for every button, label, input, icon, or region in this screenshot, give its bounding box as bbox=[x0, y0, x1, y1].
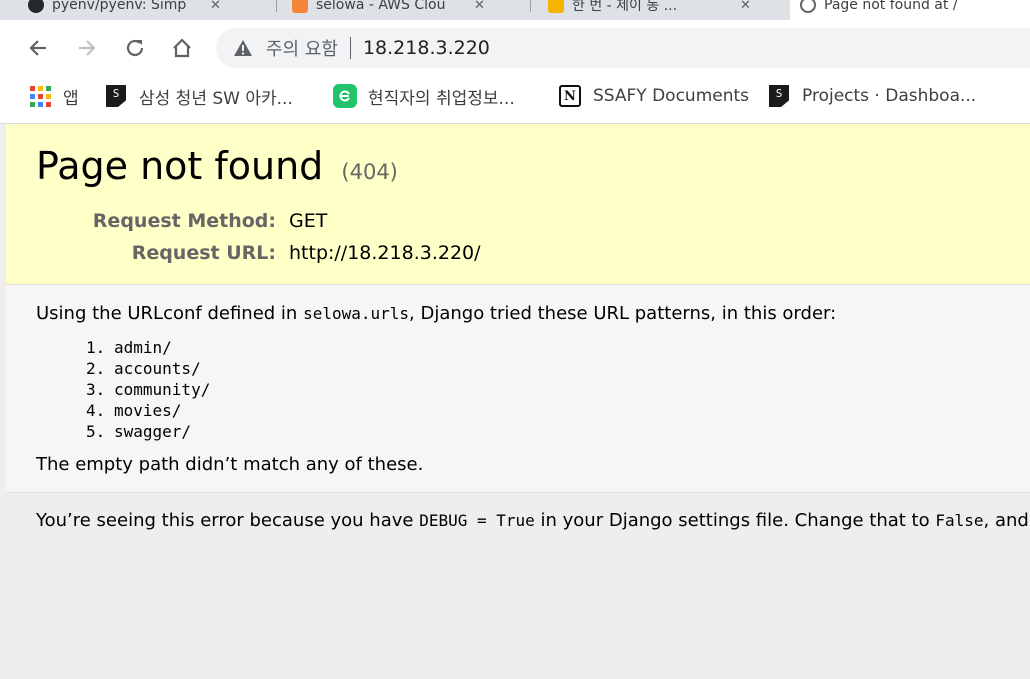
bookmark-ssafy-documents[interactable]: N SSAFY Documents bbox=[558, 83, 749, 109]
url-pattern: movies/ bbox=[114, 401, 182, 420]
back-button[interactable] bbox=[21, 31, 55, 65]
error-summary: Page not found (404) Request Method: GET… bbox=[6, 124, 1030, 285]
bookmark-apps[interactable]: 앱 bbox=[28, 83, 79, 109]
reload-button[interactable] bbox=[118, 31, 152, 65]
notion-icon: N bbox=[558, 84, 582, 108]
address-bar[interactable]: 주의 요함 18.218.3.220 bbox=[216, 28, 1030, 68]
url-pattern: admin/ bbox=[114, 338, 172, 357]
tab-aws[interactable]: selowa - AWS Clou ✕ bbox=[282, 0, 495, 20]
globe-icon bbox=[800, 0, 816, 13]
request-url-label: Request URL: bbox=[131, 242, 276, 264]
tab-separator bbox=[276, 0, 277, 12]
github-icon bbox=[28, 0, 44, 13]
address-url[interactable]: 18.218.3.220 bbox=[363, 37, 490, 59]
bookmark-label: 삼성 청년 SW 아카... bbox=[139, 88, 293, 109]
bookmarks-bar: 앱 S 삼성 청년 SW 아카... 현직자의 취업정보... N SSAFY … bbox=[0, 76, 1030, 116]
browser-toolbar: 주의 요함 18.218.3.220 bbox=[0, 20, 1030, 76]
tab-close-icon[interactable]: ✕ bbox=[474, 0, 485, 13]
debug-explanation: You’re seeing this error because you hav… bbox=[6, 493, 1030, 679]
request-method-label: Request Method: bbox=[92, 210, 276, 232]
list-item: 2. accounts/ bbox=[86, 359, 201, 378]
debug-message: You’re seeing this error because you hav… bbox=[36, 510, 1030, 531]
debug-false-value: False bbox=[935, 511, 984, 530]
request-url-value: http://18.218.3.220/ bbox=[289, 242, 481, 264]
tab-page-not-found[interactable]: Page not found at / bbox=[790, 0, 1030, 20]
reload-icon bbox=[126, 39, 144, 57]
bookmark-label: 현직자의 취업정보... bbox=[368, 88, 515, 109]
url-pattern: swagger/ bbox=[114, 422, 192, 441]
tab-pyenv[interactable]: pyenv/pyenv: Simp ✕ bbox=[18, 0, 231, 20]
bookmark-label: Projects · Dashboa... bbox=[802, 86, 977, 106]
tab-title: pyenv/pyenv: Simp bbox=[52, 0, 187, 13]
aws-icon bbox=[292, 0, 308, 13]
list-item: 4. movies/ bbox=[86, 401, 182, 420]
green-e-icon bbox=[333, 84, 357, 108]
tab-music[interactable]: 한 번 - 제이 동 ... ✕ bbox=[538, 0, 761, 20]
tab-close-icon[interactable]: ✕ bbox=[210, 0, 221, 13]
request-method-row: Request Method: bbox=[6, 210, 276, 236]
bookmark-ssafy-academy[interactable]: S 삼성 청년 SW 아카... bbox=[104, 83, 293, 109]
debug-setting: DEBUG = True bbox=[419, 511, 535, 530]
url-pattern-list: 1. admin/ 2. accounts/ 3. community/ 4. movi… bbox=[86, 337, 210, 442]
tab-title: 한 번 - 제이 동 ... bbox=[572, 0, 678, 14]
list-item: 1. admin/ bbox=[86, 338, 172, 357]
bookmark-label: SSAFY Documents bbox=[593, 86, 750, 106]
request-method-value: GET bbox=[289, 210, 328, 232]
tab-title: selowa - AWS Clou bbox=[316, 0, 446, 13]
back-arrow-icon bbox=[29, 40, 46, 56]
security-status-label[interactable]: 주의 요함 bbox=[266, 35, 338, 61]
urlconf-module: selowa.urls bbox=[303, 304, 410, 323]
django-404-page: Page not found (404) Request Method: GET… bbox=[0, 124, 1030, 679]
tab-close-icon[interactable]: ✕ bbox=[740, 0, 751, 13]
ssafy-icon: S bbox=[767, 84, 791, 108]
list-item: 3. community/ bbox=[86, 380, 211, 399]
bookmark-projects-dashboard[interactable]: S Projects · Dashboa... bbox=[767, 83, 976, 109]
warning-icon[interactable] bbox=[232, 38, 254, 58]
url-patterns-section: Using the URLconf defined in selowa.urls… bbox=[6, 285, 1030, 493]
url-pattern: community/ bbox=[114, 380, 211, 399]
bookmark-job-info[interactable]: 현직자의 취업정보... bbox=[333, 83, 515, 109]
page-title-text: Page not found bbox=[36, 144, 324, 188]
music-icon bbox=[548, 0, 564, 13]
no-match-message: The empty path didn’t match any of these… bbox=[36, 454, 424, 475]
forward-button[interactable] bbox=[70, 31, 104, 65]
tab-strip: pyenv/pyenv: Simp ✕ selowa - AWS Clou ✕ … bbox=[0, 0, 1030, 20]
request-url-row: Request URL: bbox=[6, 242, 276, 268]
home-button[interactable] bbox=[165, 31, 199, 65]
url-pattern: accounts/ bbox=[114, 359, 201, 378]
forward-arrow-icon bbox=[79, 40, 96, 56]
apps-grid-icon bbox=[28, 84, 52, 108]
tab-separator bbox=[530, 0, 531, 12]
home-icon bbox=[173, 38, 191, 58]
page-title: Page not found (404) bbox=[36, 144, 398, 188]
urlconf-message: Using the URLconf defined in selowa.urls… bbox=[36, 303, 837, 324]
status-code: (404) bbox=[341, 160, 398, 184]
bookmark-label: 앱 bbox=[63, 88, 79, 109]
list-item: 5. swagger/ bbox=[86, 422, 192, 441]
tab-title: Page not found at / bbox=[824, 0, 958, 13]
address-separator bbox=[349, 37, 351, 59]
ssafy-icon: S bbox=[104, 84, 128, 108]
